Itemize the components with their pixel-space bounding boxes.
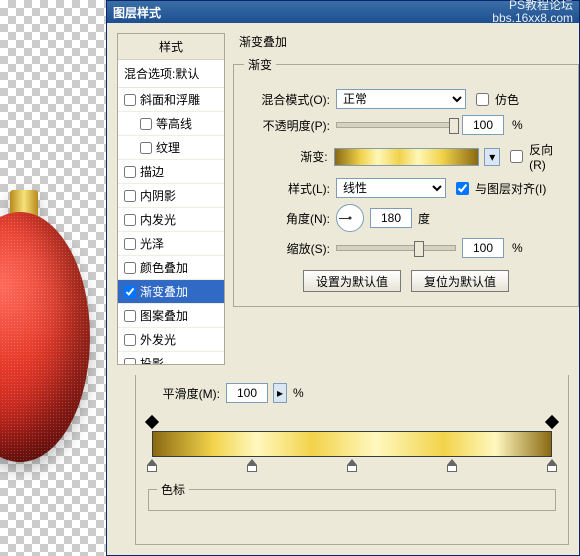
style-item-checkbox[interactable]: [124, 214, 136, 226]
smoothness-unit: %: [293, 386, 304, 400]
style-item-label: 等高线: [156, 115, 192, 132]
dither-checkbox[interactable]: 仿色: [472, 90, 519, 109]
reverse-checkbox[interactable]: 反向(R): [506, 141, 568, 172]
dialog-body: 样式 混合选项:默认 斜面和浮雕等高线纹理描边内阴影内发光光泽颜色叠加渐变叠加图…: [107, 23, 579, 555]
style-item-label: 内发光: [140, 211, 176, 228]
style-item-checkbox[interactable]: [124, 358, 136, 365]
style-item-7[interactable]: 颜色叠加: [118, 256, 224, 280]
dither-input[interactable]: [476, 93, 489, 106]
gradient-legend: 渐变: [244, 56, 276, 73]
style-item-checkbox[interactable]: [124, 286, 136, 298]
opacity-input[interactable]: [462, 115, 504, 135]
scale-input[interactable]: [462, 238, 504, 258]
gradient-swatch[interactable]: [334, 148, 480, 166]
style-item-3[interactable]: 描边: [118, 160, 224, 184]
styles-header[interactable]: 样式: [118, 34, 224, 60]
blend-mode-select[interactable]: 正常: [336, 89, 466, 109]
style-item-checkbox[interactable]: [124, 310, 136, 322]
color-stops-track[interactable]: [152, 457, 552, 473]
style-item-11[interactable]: 投影: [118, 352, 224, 364]
style-item-8[interactable]: 渐变叠加: [118, 280, 224, 304]
style-item-checkbox[interactable]: [140, 142, 152, 154]
ornament-ball: [0, 212, 90, 462]
angle-unit: 度: [418, 210, 430, 227]
reset-default-button[interactable]: 复位为默认值: [411, 270, 509, 292]
dialog-titlebar[interactable]: 图层样式 PS教程论坛 bbs.16xx8.com: [107, 1, 579, 23]
style-item-checkbox[interactable]: [124, 334, 136, 346]
gradient-editor-panel: 平滑度(M): 100 ▸ % 色标: [135, 375, 569, 545]
layer-style-dialog: 图层样式 PS教程论坛 bbs.16xx8.com 样式 混合选项:默认 斜面和…: [106, 0, 580, 556]
color-stop-legend: 色标: [157, 481, 189, 498]
gradient-overlay-panel: 渐变叠加 渐变 混合模式(O): 正常 仿色 不透明度(P):: [233, 33, 579, 365]
style-item-checkbox[interactable]: [140, 118, 152, 130]
style-item-label: 渐变叠加: [140, 283, 188, 300]
gradient-stops-area: [152, 417, 552, 473]
color-stop[interactable]: [247, 459, 257, 471]
styles-list: 斜面和浮雕等高线纹理描边内阴影内发光光泽颜色叠加渐变叠加图案叠加外发光投影: [118, 88, 224, 364]
section-title: 渐变叠加: [239, 33, 579, 50]
style-item-checkbox[interactable]: [124, 262, 136, 274]
style-item-label: 斜面和浮雕: [140, 91, 200, 108]
smoothness-value[interactable]: 100: [226, 383, 268, 403]
scale-slider[interactable]: [336, 245, 456, 251]
align-checkbox[interactable]: 与图层对齐(I): [452, 179, 546, 198]
angle-label: 角度(N):: [244, 210, 330, 227]
color-stop[interactable]: [447, 459, 457, 471]
set-default-button[interactable]: 设置为默认值: [303, 270, 401, 292]
color-stop[interactable]: [147, 459, 157, 471]
style-item-label: 图案叠加: [140, 307, 188, 324]
style-item-5[interactable]: 内发光: [118, 208, 224, 232]
style-item-label: 内阴影: [140, 187, 176, 204]
opacity-unit: %: [512, 118, 523, 132]
angle-input[interactable]: [370, 208, 412, 228]
blend-mode-label: 混合模式(O):: [244, 91, 330, 108]
style-item-checkbox[interactable]: [124, 190, 136, 202]
gradient-track[interactable]: [152, 431, 552, 457]
color-stop-fieldset: 色标: [148, 481, 556, 511]
style-item-label: 光泽: [140, 235, 164, 252]
style-item-label: 投影: [140, 355, 164, 364]
style-item-1[interactable]: 等高线: [118, 112, 224, 136]
ornament-artwork: [0, 190, 90, 470]
style-item-0[interactable]: 斜面和浮雕: [118, 88, 224, 112]
opacity-stop[interactable]: [145, 415, 159, 429]
scale-unit: %: [512, 241, 523, 255]
angle-dial[interactable]: [336, 204, 364, 232]
gradient-fieldset: 渐变 混合模式(O): 正常 仿色 不透明度(P): %: [233, 56, 579, 307]
reverse-input[interactable]: [510, 150, 523, 163]
opacity-stops-track[interactable]: [152, 417, 552, 431]
style-label: 样式(L):: [244, 180, 330, 197]
style-item-checkbox[interactable]: [124, 166, 136, 178]
style-item-label: 颜色叠加: [140, 259, 188, 276]
styles-subheader[interactable]: 混合选项:默认: [118, 60, 224, 88]
scale-label: 缩放(S):: [244, 240, 330, 257]
style-select[interactable]: 线性: [336, 178, 446, 198]
style-item-9[interactable]: 图案叠加: [118, 304, 224, 328]
color-stop[interactable]: [347, 459, 357, 471]
style-item-checkbox[interactable]: [124, 238, 136, 250]
dialog-title: 图层样式: [113, 4, 161, 21]
styles-sidebar: 样式 混合选项:默认 斜面和浮雕等高线纹理描边内阴影内发光光泽颜色叠加渐变叠加图…: [117, 33, 225, 365]
style-item-4[interactable]: 内阴影: [118, 184, 224, 208]
style-item-10[interactable]: 外发光: [118, 328, 224, 352]
align-input[interactable]: [456, 182, 469, 195]
style-item-6[interactable]: 光泽: [118, 232, 224, 256]
style-item-label: 纹理: [156, 139, 180, 156]
color-stop[interactable]: [547, 459, 557, 471]
style-item-checkbox[interactable]: [124, 94, 136, 106]
opacity-stop[interactable]: [545, 415, 559, 429]
gradient-label: 渐变:: [244, 148, 328, 165]
watermark: PS教程论坛 bbs.16xx8.com: [492, 0, 573, 25]
style-item-label: 外发光: [140, 331, 176, 348]
gradient-dropdown-icon[interactable]: ▾: [484, 148, 500, 166]
style-item-2[interactable]: 纹理: [118, 136, 224, 160]
style-item-label: 描边: [140, 163, 164, 180]
smoothness-stepper-icon[interactable]: ▸: [273, 383, 287, 403]
opacity-slider[interactable]: [336, 122, 456, 128]
opacity-label: 不透明度(P):: [244, 117, 330, 134]
smoothness-label: 平滑度(M):: [148, 385, 220, 402]
